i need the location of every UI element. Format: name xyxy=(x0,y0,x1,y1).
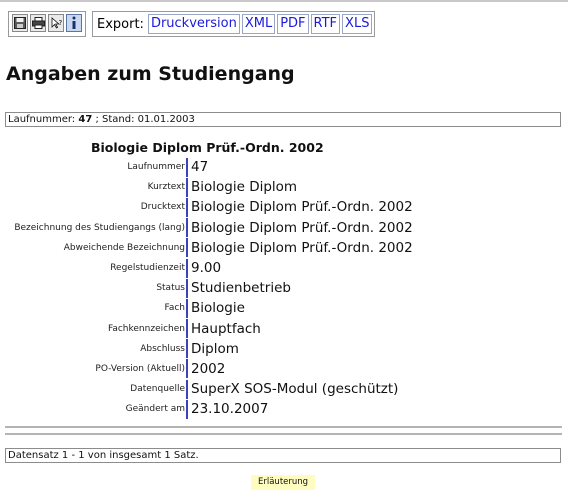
field-row: PO-Version (Aktuell) 2002 xyxy=(0,359,568,379)
export-rtf-link[interactable]: RTF xyxy=(310,14,341,34)
field-value: Diplom xyxy=(191,340,239,357)
field-value: 9.00 xyxy=(191,260,222,277)
field-row: Laufnummer 47 xyxy=(0,157,568,177)
info-bar-prefix: Laufnummer: xyxy=(8,114,79,125)
field-label: Abschluss xyxy=(140,343,185,354)
field-label: Datenquelle xyxy=(130,384,185,395)
field-row: Regelstudienzeit 9.00 xyxy=(0,258,568,278)
field-row: Abschluss Diplom xyxy=(0,339,568,359)
field-separator xyxy=(186,298,188,318)
record-title: Biologie Diplom Prüf.-Ordn. 2002 xyxy=(91,140,324,155)
page-title: Angaben zum Studiengang xyxy=(6,63,295,85)
field-label: Status xyxy=(156,283,185,294)
icon-group: ? xyxy=(8,11,86,37)
field-value: Biologie Diplom Prüf.-Ordn. 2002 xyxy=(191,239,413,256)
field-row: Bezeichnung des Studiengangs (lang) Biol… xyxy=(0,218,568,238)
field-separator xyxy=(186,157,188,177)
field-value: Studienbetrieb xyxy=(191,280,291,297)
field-value: 23.10.2007 xyxy=(191,401,269,418)
field-separator xyxy=(186,379,188,399)
field-value: SuperX SOS-Modul (geschützt) xyxy=(191,381,399,398)
field-row: Fach Biologie xyxy=(0,298,568,318)
field-separator xyxy=(186,258,188,278)
field-value: Biologie Diplom Prüf.-Ordn. 2002 xyxy=(191,199,413,216)
field-label: Kurztext xyxy=(147,182,185,193)
field-row: Drucktext Biologie Diplom Prüf.-Ordn. 20… xyxy=(0,197,568,217)
field-separator xyxy=(186,177,188,197)
explanation-button[interactable]: Erläuterung xyxy=(251,475,316,490)
print-icon[interactable] xyxy=(30,14,46,32)
field-row: Datenquelle SuperX SOS-Modul (geschützt) xyxy=(0,379,568,399)
svg-text:?: ? xyxy=(58,19,62,27)
field-label: Fachkennzeichen xyxy=(107,323,185,334)
info-bar-suffix: ; Stand: 01.01.2003 xyxy=(92,114,195,125)
field-separator xyxy=(186,359,188,379)
field-label: Regelstudienzeit xyxy=(110,263,185,274)
save-icon[interactable] xyxy=(12,14,28,32)
field-separator xyxy=(186,278,188,298)
field-row: Kurztext Biologie Diplom xyxy=(0,177,568,197)
field-label: Bezeichnung des Studiengangs (lang) xyxy=(14,222,185,233)
field-row: Abweichende Bezeichnung Biologie Diplom … xyxy=(0,238,568,258)
field-row: Geändert am 23.10.2007 xyxy=(0,399,568,419)
field-row: Status Studienbetrieb xyxy=(0,278,568,298)
top-border xyxy=(0,0,568,2)
info-icon[interactable] xyxy=(66,14,82,32)
export-druckversion-link[interactable]: Druckversion xyxy=(147,14,240,34)
field-value: 47 xyxy=(191,159,209,176)
field-label: Abweichende Bezeichnung xyxy=(63,242,185,253)
export-pdf-link[interactable]: PDF xyxy=(277,14,309,34)
divider xyxy=(5,433,562,435)
divider xyxy=(5,426,562,428)
field-separator xyxy=(186,197,188,217)
record-count-bar: Datensatz 1 - 1 von insgesamt 1 Satz. xyxy=(5,448,561,463)
help-query-icon[interactable]: ? xyxy=(48,14,64,32)
export-xml-link[interactable]: XML xyxy=(241,14,276,34)
field-label: PO-Version (Aktuell) xyxy=(95,363,185,374)
field-value: 2002 xyxy=(191,360,226,377)
info-bar-number: 47 xyxy=(78,114,93,125)
toolbar: ? Export: Druckversion XML PDF RTF XLS xyxy=(8,11,376,37)
field-separator xyxy=(186,319,188,339)
field-value: Biologie Diplom xyxy=(191,179,298,196)
export-box: Export: Druckversion XML PDF RTF XLS xyxy=(92,11,376,37)
field-label: Geändert am xyxy=(125,404,185,415)
field-separator xyxy=(186,218,188,238)
field-value: Biologie xyxy=(191,300,245,317)
field-separator xyxy=(186,399,188,419)
field-value: Hauptfach xyxy=(191,320,261,337)
export-xls-link[interactable]: XLS xyxy=(342,14,373,34)
field-row: Fachkennzeichen Hauptfach xyxy=(0,319,568,339)
export-label: Export: xyxy=(97,16,144,32)
field-label: Laufnummer xyxy=(127,162,185,173)
field-separator xyxy=(186,339,188,359)
field-label: Drucktext xyxy=(140,202,185,213)
field-grid: Laufnummer 47 Kurztext Biologie Diplom D… xyxy=(0,157,568,419)
field-separator xyxy=(186,238,188,258)
field-value: Biologie Diplom Prüf.-Ordn. 2002 xyxy=(191,219,413,236)
info-bar: Laufnummer: 47 ; Stand: 01.01.2003 xyxy=(5,112,561,127)
field-label: Fach xyxy=(164,303,185,314)
